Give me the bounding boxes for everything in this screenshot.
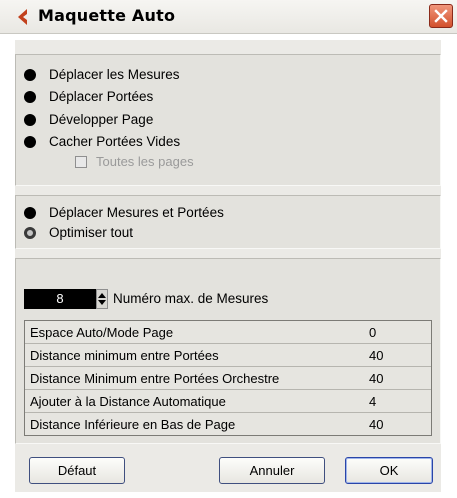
radio-selected-icon <box>24 207 36 219</box>
spinner-up-icon[interactable] <box>98 293 106 298</box>
all-pages-checkbox[interactable] <box>75 156 87 168</box>
option-label: Déplacer Portées <box>49 89 154 104</box>
row-name: Distance Inférieure en Bas de Page <box>30 417 236 432</box>
radio-selected-icon <box>24 114 36 126</box>
row-name: Distance minimum entre Portées <box>30 348 219 363</box>
spacing-table: Espace Auto/Mode Page 0 Distance minimum… <box>24 320 432 436</box>
spinner-down-icon[interactable] <box>98 300 106 305</box>
table-row[interactable]: Distance Minimum entre Portées Orchestre… <box>25 367 431 390</box>
row-value[interactable]: 40 <box>369 367 383 390</box>
row-name: Espace Auto/Mode Page <box>30 325 174 340</box>
window-title: Maquette Auto <box>38 6 176 25</box>
row-name: Ajouter à la Distance Automatique <box>30 394 226 409</box>
row-value[interactable]: 40 <box>369 413 383 436</box>
close-button[interactable] <box>429 4 453 28</box>
radio-selected-icon <box>24 91 36 103</box>
spacing-panel: 8 Numéro max. de Mesures Espace Auto/Mod… <box>15 258 441 444</box>
radio-ring-icon <box>24 227 36 239</box>
row-name: Distance Minimum entre Portées Orchestre <box>30 371 280 386</box>
all-pages-label: Toutes les pages <box>96 154 194 169</box>
cancel-button[interactable]: Annuler <box>219 457 325 484</box>
table-row[interactable]: Distance minimum entre Portées 40 <box>25 344 431 367</box>
layout-options-panel: Déplacer les Mesures Déplacer Portées Dé… <box>15 54 441 186</box>
default-button[interactable]: Défaut <box>29 457 125 484</box>
option-label: Développer Page <box>49 112 154 127</box>
option-label: Déplacer Mesures et Portées <box>49 205 224 220</box>
radio-selected-icon <box>24 136 36 148</box>
dialog-window: Maquette Auto Déplacer les Mesures Dépla… <box>0 0 457 498</box>
row-value[interactable]: 4 <box>369 390 376 413</box>
option-label: Déplacer les Mesures <box>49 67 180 82</box>
close-icon <box>434 9 448 23</box>
table-row[interactable]: Espace Auto/Mode Page 0 <box>25 321 431 344</box>
dialog-body: Déplacer les Mesures Déplacer Portées Dé… <box>15 40 441 492</box>
table-row[interactable]: Distance Inférieure en Bas de Page 40 <box>25 413 431 436</box>
radio-selected-icon <box>24 69 36 81</box>
row-value[interactable]: 40 <box>369 344 383 367</box>
app-logo-icon <box>14 7 34 27</box>
table-row[interactable]: Ajouter à la Distance Automatique 4 <box>25 390 431 413</box>
max-measures-spinner[interactable] <box>96 289 108 309</box>
max-measures-label: Numéro max. de Mesures <box>113 291 269 306</box>
option-label: Cacher Portées Vides <box>49 134 181 149</box>
row-value[interactable]: 0 <box>369 321 376 344</box>
max-measures-input[interactable]: 8 <box>24 289 96 309</box>
move-mode-panel: Déplacer Mesures et Portées Optimiser to… <box>15 195 441 249</box>
option-label: Optimiser tout <box>49 225 134 240</box>
ok-button[interactable]: OK <box>345 457 433 484</box>
title-bar[interactable]: Maquette Auto <box>0 0 457 34</box>
